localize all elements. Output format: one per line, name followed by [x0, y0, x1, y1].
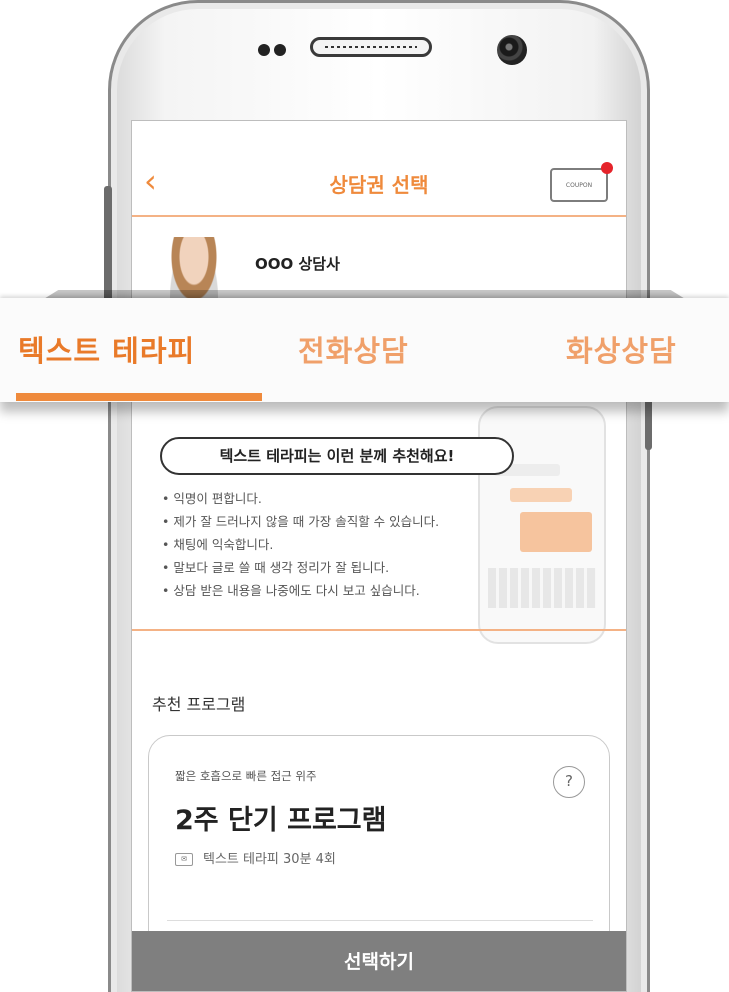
tab-bar: 텍스트 테라피 전화상담 화상상담 [0, 298, 729, 402]
coupon-button[interactable]: COUPON [550, 168, 608, 202]
section-divider [132, 629, 626, 631]
program-subtitle: 짧은 호흡으로 빠른 접근 위주 [175, 769, 317, 783]
list-item: 채팅에 익숙합니다. [162, 533, 592, 556]
tab-text-therapy[interactable]: 텍스트 테라피 [18, 328, 195, 370]
tab-phone-counseling[interactable]: 전화상담 [298, 328, 409, 370]
recommend-heading: 텍스트 테라피는 이런 분께 추천해요! [160, 437, 514, 475]
recommend-list: 익명이 편합니다. 제가 잘 드러나지 않을 때 가장 솔직할 수 있습니다. … [162, 487, 592, 602]
list-item: 말보다 글로 쓸 때 생각 정리가 잘 됩니다. [162, 556, 592, 579]
program-title: 2주 단기 프로그램 [175, 805, 387, 836]
select-button[interactable]: 선택하기 [132, 931, 626, 991]
program-detail: ✉ 텍스트 테라피 30분 4회 [175, 848, 336, 867]
help-button[interactable]: ? [553, 766, 585, 798]
speaker-grille [310, 37, 432, 57]
message-icon: ✉ [175, 853, 193, 866]
sensor-dot-icon [258, 44, 270, 56]
tab-video-counseling[interactable]: 화상상담 [566, 328, 677, 370]
list-item: 상담 받은 내용을 나중에도 다시 보고 싶습니다. [162, 579, 592, 602]
front-camera-icon [497, 35, 527, 65]
app-screen: ‹ 상담권 선택 COUPON OOO 상담사 텍스트 테라피는 이런 분께 추… [131, 120, 627, 992]
question-icon: ? [565, 772, 573, 790]
section-title: 추천 프로그램 [152, 695, 246, 714]
list-item: 제가 잘 드러나지 않을 때 가장 솔직할 수 있습니다. [162, 510, 592, 533]
program-detail-text: 텍스트 테라피 30분 4회 [203, 852, 336, 867]
active-tab-indicator [16, 393, 262, 401]
counselor-name: OOO 상담사 [255, 255, 340, 273]
volume-button [104, 186, 112, 306]
list-item: 익명이 편합니다. [162, 487, 592, 510]
coupon-label: COUPON [565, 182, 593, 189]
sensor-dot-icon [274, 44, 286, 56]
card-divider [167, 920, 593, 921]
notification-dot [601, 162, 613, 174]
top-header: ‹ 상담권 선택 COUPON [132, 121, 626, 217]
